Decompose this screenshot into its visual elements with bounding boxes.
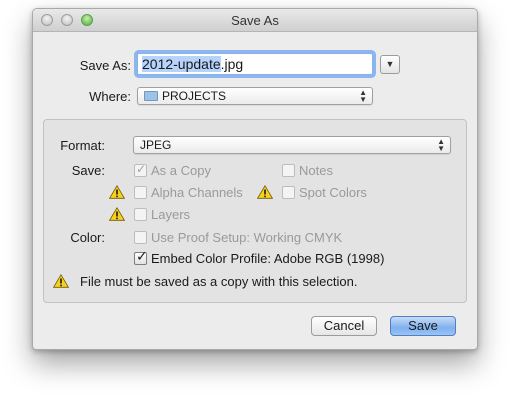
popup-arrows-icon: ▲ ▼ — [359, 88, 367, 104]
save-label: Save: — [71, 163, 105, 178]
where-popup[interactable]: PROJECTS ▲ ▼ — [137, 87, 373, 105]
embed-color-profile-label[interactable]: Embed Color Profile: Adobe RGB (1998) — [151, 251, 384, 266]
chevron-down-icon: ▼ — [385, 59, 395, 69]
save-as-dialog: Save As Save As: 2012-update.jpg ▼ Where… — [32, 8, 478, 350]
use-proof-setup-label: Use Proof Setup: Working CMYK — [151, 230, 343, 245]
title-bar: Save As — [33, 9, 477, 32]
filename-input[interactable]: 2012-update.jpg — [137, 53, 373, 75]
as-a-copy-checkbox[interactable] — [134, 162, 147, 177]
where-label: Where: — [89, 89, 131, 104]
window-title: Save As — [231, 13, 279, 28]
expand-dialog-button[interactable]: ▼ — [380, 55, 400, 74]
save-as-label: Save As: — [79, 58, 131, 73]
use-proof-setup-checkbox[interactable] — [134, 231, 147, 244]
filename-selected-text: 2012-update — [142, 56, 221, 72]
alpha-channels-label: Alpha Channels — [151, 185, 243, 200]
popup-arrows-icon: ▲ ▼ — [437, 137, 445, 153]
layers-label: Layers — [151, 207, 191, 222]
spot-colors-checkbox[interactable] — [282, 186, 295, 199]
color-label: Color: — [70, 230, 105, 245]
as-a-copy-label: As a Copy — [151, 163, 211, 178]
warning-icon — [257, 185, 273, 199]
embed-color-profile-checkbox[interactable] — [134, 249, 148, 265]
warning-message: File must be saved as a copy with this s… — [80, 274, 358, 289]
warning-icon — [53, 274, 69, 288]
save-button[interactable]: Save — [390, 316, 456, 336]
warning-icon — [109, 185, 125, 199]
cancel-button[interactable]: Cancel — [311, 316, 377, 336]
alpha-channels-checkbox[interactable] — [134, 186, 147, 199]
warning-icon — [109, 207, 125, 221]
spot-colors-label: Spot Colors — [299, 185, 367, 200]
filename-extension: .jpg — [220, 56, 244, 72]
notes-label: Notes — [299, 163, 333, 178]
notes-checkbox[interactable] — [282, 164, 295, 177]
format-popup[interactable]: JPEG ▲ ▼ — [133, 136, 451, 154]
where-value: PROJECTS — [162, 89, 227, 103]
format-value: JPEG — [140, 138, 172, 152]
folder-icon — [144, 91, 158, 101]
layers-checkbox[interactable] — [134, 208, 147, 221]
format-label: Format: — [60, 138, 105, 153]
